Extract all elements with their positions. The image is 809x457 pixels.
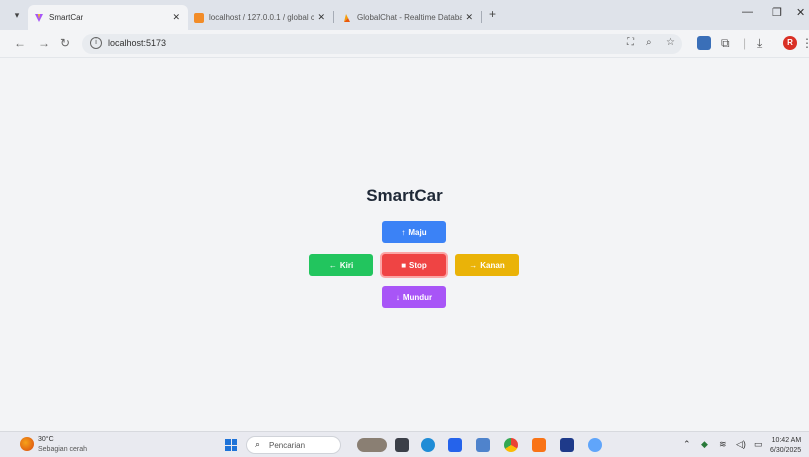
left-label: Kiri bbox=[339, 260, 354, 270]
task-view-icon[interactable] bbox=[395, 438, 409, 452]
tab-phpmyadmin[interactable]: localhost / 127.0.0.1 / global c ✕ bbox=[188, 5, 333, 30]
taskbar: 30°C Sebagian cerah ⌕ Pencarian ⌃ ◆ ≋ ◁)… bbox=[0, 431, 809, 457]
restore-icon[interactable]: ❐ bbox=[772, 6, 782, 19]
forward-label: Maju bbox=[408, 227, 427, 237]
extension-icon[interactable] bbox=[697, 36, 711, 50]
clock-time: 10:42 AM bbox=[771, 437, 802, 444]
weather-widget[interactable]: 30°C Sebagian cerah bbox=[20, 436, 110, 456]
close-tab-icon[interactable]: ✕ bbox=[172, 12, 180, 23]
bookmark-star-icon[interactable]: ☆ bbox=[666, 37, 675, 48]
app-icon[interactable] bbox=[560, 438, 574, 452]
weather-temperature: 30°C bbox=[38, 436, 54, 443]
stop-button[interactable]: ■ Stop bbox=[382, 254, 446, 276]
browser-tab-strip: ▾ SmartCar ✕ localhost / 127.0.0.1 / glo… bbox=[0, 0, 809, 30]
windows-start-icon[interactable] bbox=[225, 439, 237, 451]
forward-icon[interactable]: → bbox=[38, 36, 50, 50]
tray-app-icon[interactable]: ◆ bbox=[701, 439, 708, 450]
toolbar-divider: | bbox=[743, 36, 747, 50]
tab-search-icon[interactable]: ▾ bbox=[10, 8, 24, 22]
vite-favicon-icon bbox=[34, 13, 44, 23]
phpmyadmin-favicon-icon bbox=[194, 12, 204, 23]
tray-chevron-icon[interactable]: ⌃ bbox=[683, 439, 691, 450]
download-icon[interactable]: ⤓ bbox=[757, 36, 762, 51]
edge-icon[interactable] bbox=[421, 438, 435, 452]
search-highlight-icon[interactable] bbox=[357, 438, 387, 452]
page-title: SmartCar bbox=[366, 186, 443, 205]
site-info-icon[interactable]: i bbox=[90, 37, 102, 49]
weather-icon bbox=[20, 437, 34, 451]
tab-firebase[interactable]: GlobalChat - Realtime Databas ✕ bbox=[336, 5, 481, 30]
vscode-icon[interactable] bbox=[448, 438, 462, 452]
backward-button[interactable]: ↓ Mundur bbox=[382, 286, 446, 308]
chrome-icon[interactable] bbox=[504, 438, 518, 452]
close-tab-icon[interactable]: ✕ bbox=[317, 12, 325, 23]
taskbar-search[interactable]: ⌕ Pencarian bbox=[246, 436, 341, 454]
address-bar[interactable]: i localhost:5173 ⛶ ⌕ ☆ bbox=[82, 34, 682, 54]
close-window-icon[interactable]: ✕ bbox=[796, 6, 805, 19]
arrow-down-icon: ↓ bbox=[395, 292, 400, 302]
clock-date: 6/30/2025 bbox=[770, 447, 802, 454]
close-tab-icon[interactable]: ✕ bbox=[465, 12, 473, 23]
browser-toolbar: ← → ↻ i localhost:5173 ⛶ ⌕ ☆ ⧉ | ⤓ R ⋮ bbox=[0, 30, 809, 58]
arrow-up-icon: ↑ bbox=[401, 227, 406, 237]
search-placeholder: Pencarian bbox=[269, 441, 306, 450]
stop-square-icon: ■ bbox=[401, 260, 407, 270]
firebase-favicon-icon bbox=[342, 13, 352, 23]
tab-divider bbox=[481, 11, 482, 23]
minimize-icon[interactable]: — bbox=[742, 6, 753, 18]
left-button[interactable]: ← Kiri bbox=[309, 254, 373, 276]
xampp-icon[interactable] bbox=[532, 438, 546, 452]
app-icon[interactable] bbox=[588, 438, 602, 452]
tab-title: GlobalChat - Realtime Databas bbox=[357, 13, 462, 22]
new-tab-button[interactable]: + bbox=[489, 7, 496, 21]
arrow-left-icon: ← bbox=[328, 260, 337, 270]
profile-avatar[interactable]: R bbox=[783, 36, 797, 50]
backward-label: Mundur bbox=[402, 292, 433, 302]
stop-label: Stop bbox=[409, 260, 427, 270]
reload-icon[interactable]: ↻ bbox=[60, 36, 70, 50]
weather-condition: Sebagian cerah bbox=[38, 446, 88, 453]
wifi-icon[interactable]: ≋ bbox=[719, 439, 727, 450]
right-label: Kanan bbox=[480, 260, 505, 270]
search-icon: ⌕ bbox=[255, 439, 261, 449]
translate-icon[interactable]: ⛶ bbox=[627, 37, 634, 48]
extensions-puzzle-icon[interactable]: ⧉ bbox=[721, 36, 730, 51]
app-icon[interactable] bbox=[476, 438, 490, 452]
tab-title: localhost / 127.0.0.1 / global c bbox=[209, 13, 314, 22]
browser-menu-icon[interactable]: ⋮ bbox=[801, 36, 809, 50]
volume-icon[interactable]: ◁) bbox=[736, 439, 746, 450]
arrow-right-icon: → bbox=[469, 260, 478, 270]
forward-button[interactable]: ↑ Maju bbox=[382, 221, 446, 243]
tab-title: SmartCar bbox=[49, 13, 84, 22]
tab-smartcar[interactable]: SmartCar ✕ bbox=[28, 5, 188, 30]
page-content: SmartCar ↑ Maju ← Kiri ■ Stop → Kanan ↓ … bbox=[0, 59, 809, 431]
zoom-icon[interactable]: ⌕ bbox=[646, 37, 652, 48]
tab-divider bbox=[333, 11, 334, 23]
taskbar-clock[interactable]: 10:42 AM 6/30/2025 bbox=[770, 436, 801, 456]
battery-icon[interactable]: ▭ bbox=[754, 439, 763, 450]
right-button[interactable]: → Kanan bbox=[455, 254, 519, 276]
back-icon[interactable]: ← bbox=[14, 36, 26, 50]
address-url: localhost:5173 bbox=[108, 38, 167, 48]
